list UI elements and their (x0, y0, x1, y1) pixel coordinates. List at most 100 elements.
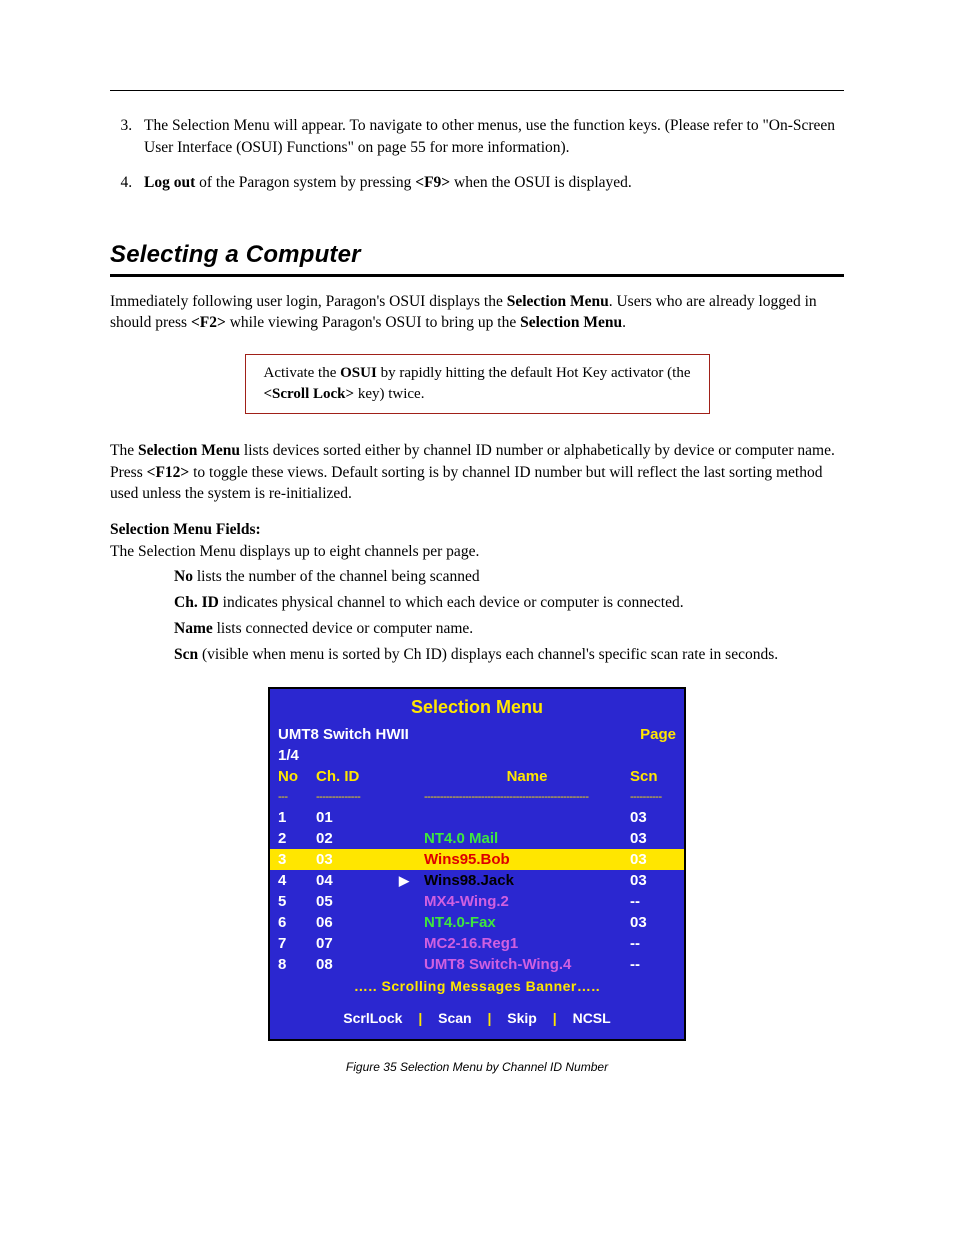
row-ch: 05 (316, 891, 384, 912)
row-name: NT4.0-Fax (424, 912, 630, 933)
field-no: No lists the number of the channel being… (174, 566, 844, 588)
status-ncsl: NCSL (573, 1010, 611, 1026)
p2-a: The (110, 442, 138, 459)
row-no: 4 (278, 870, 316, 891)
row-no: 5 (278, 891, 316, 912)
row-no: 1 (278, 807, 316, 828)
osui-pagenum: 1/4 (278, 745, 299, 766)
figure-caption: Figure 35 Selection Menu by Channel ID N… (110, 1059, 844, 1076)
status-scan: Scan (438, 1010, 471, 1026)
status-skip: Skip (507, 1010, 537, 1026)
status-sep2: | (487, 1010, 491, 1026)
status-scrllock: ScrlLock (343, 1010, 402, 1026)
callout-sl: <Scroll Lock> (264, 386, 355, 402)
field-name-label: Name (174, 620, 213, 637)
field-scn: Scn (visible when menu is sorted by Ch I… (174, 644, 844, 666)
row-name: NT4.0 Mail (424, 828, 630, 849)
osui-channel-row[interactable]: 202NT4.0 Mail03 (270, 828, 684, 849)
row-name: UMT8 Switch-Wing.4 (424, 954, 630, 975)
field-defs: No lists the number of the channel being… (174, 566, 844, 665)
row-scn: 03 (630, 828, 670, 849)
row-no: 7 (278, 933, 316, 954)
status-sep3: | (553, 1010, 557, 1026)
row-name: MX4-Wing.2 (424, 891, 630, 912)
fields-intro: The Selection Menu displays up to eight … (110, 541, 844, 563)
osui-sep-ch: -------------- (316, 790, 384, 805)
intro-f2: <F2> (191, 314, 226, 331)
osui-rows: 10103202NT4.0 Mail03303Wins95.Bob03404▶W… (270, 807, 684, 975)
numbered-steps: The Selection Menu will appear. To navig… (110, 115, 844, 194)
row-ch: 08 (316, 954, 384, 975)
osui-channel-row[interactable]: 808 UMT8 Switch-Wing.4-- (270, 954, 684, 975)
callout-a: Activate the (264, 365, 341, 381)
row-name: Wins95.Bob (424, 849, 630, 870)
row-no: 6 (278, 912, 316, 933)
osui-sep-name: ----------------------------------------… (424, 790, 630, 805)
osui-channel-row[interactable]: 101 03 (270, 807, 684, 828)
row-scn: 03 (630, 870, 670, 891)
para2: The Selection Menu lists devices sorted … (110, 440, 844, 505)
row-no: 8 (278, 954, 316, 975)
step-4-logout: Log out (144, 174, 195, 191)
step-4-f9: <F9> (415, 174, 450, 191)
osui-panel: Selection Menu UMT8 Switch HWII Page 1/4… (268, 687, 686, 1040)
osui-channel-row[interactable]: 505 MX4-Wing.2-- (270, 891, 684, 912)
step-3-text: The Selection Menu will appear. To navig… (144, 117, 835, 156)
osui-title: Selection Menu (270, 693, 684, 724)
osui-hdr-scn: Scn (630, 766, 670, 787)
osui-sep-row: --- -------------- ---------------------… (270, 787, 684, 807)
field-chid-text: indicates physical channel to which each… (219, 594, 684, 611)
osui-hdr-no: No (278, 766, 316, 787)
field-scn-label: Scn (174, 646, 198, 663)
fields-title: Selection Menu Fields: (110, 519, 844, 541)
row-ch: 06 (316, 912, 384, 933)
row-name: MC2-16.Reg1 (424, 933, 630, 954)
callout-osui: OSUI (340, 365, 377, 381)
intro-sel2: Selection Menu (520, 314, 622, 331)
row-no: 3 (278, 849, 316, 870)
osui-channel-row[interactable]: 707 MC2-16.Reg1-- (270, 933, 684, 954)
field-scn-text: (visible when menu is sorted by Ch ID) d… (198, 646, 778, 663)
p2-sel: Selection Menu (138, 442, 240, 459)
step-4: Log out of the Paragon system by pressin… (136, 172, 844, 194)
row-scn: -- (630, 954, 670, 975)
callout-box: Activate the OSUI by rapidly hitting the… (245, 354, 710, 414)
osui-page-label: Page (640, 724, 676, 745)
osui-channel-row[interactable]: 303Wins95.Bob03 (270, 849, 684, 870)
section-heading: Selecting a Computer (110, 238, 844, 272)
field-name-text: lists connected device or computer name. (213, 620, 473, 637)
row-ch: 04 (316, 870, 384, 891)
osui-wrap: Selection Menu UMT8 Switch HWII Page 1/4… (110, 687, 844, 1075)
row-name: Wins98.Jack (424, 870, 630, 891)
intro-g: . (622, 314, 626, 331)
osui-hdr-name: Name (424, 766, 630, 787)
intro-sel1: Selection Menu (507, 293, 609, 310)
osui-switch: UMT8 Switch HWII (278, 724, 640, 745)
osui-scroll-banner: ….. Scrolling Messages Banner….. (270, 975, 684, 999)
top-rule (110, 90, 844, 91)
callout-c: by rapidly hitting the default Hot Key a… (377, 365, 691, 381)
field-no-text: lists the number of the channel being sc… (193, 568, 480, 585)
p2-f12: <F12> (147, 464, 190, 481)
osui-header-row: No Ch. ID Name Scn (270, 766, 684, 787)
row-ch: 01 (316, 807, 384, 828)
row-scn: -- (630, 933, 670, 954)
field-chid-label: Ch. ID (174, 594, 219, 611)
osui-status-bar: ScrlLock | Scan | Skip | NCSL (270, 999, 684, 1031)
row-scn: 03 (630, 807, 670, 828)
step-4-mid: of the Paragon system by pressing (195, 174, 415, 191)
section-rule (110, 274, 844, 277)
intro-a: Immediately following user login, Parago… (110, 293, 507, 310)
p2-e: to toggle these views. Default sorting i… (110, 464, 822, 503)
step-3: The Selection Menu will appear. To navig… (136, 115, 844, 158)
step-4-tail: when the OSUI is displayed. (450, 174, 632, 191)
field-chid: Ch. ID indicates physical channel to whi… (174, 592, 844, 614)
intro-e: while viewing Paragon's OSUI to bring up… (226, 314, 520, 331)
row-scn: -- (630, 891, 670, 912)
row-ch: 07 (316, 933, 384, 954)
row-ch: 02 (316, 828, 384, 849)
osui-channel-row[interactable]: 606 NT4.0-Fax03 (270, 912, 684, 933)
osui-switch-row: UMT8 Switch HWII Page (270, 724, 684, 745)
osui-channel-row[interactable]: 404▶Wins98.Jack03 (270, 870, 684, 891)
row-scn: 03 (630, 912, 670, 933)
